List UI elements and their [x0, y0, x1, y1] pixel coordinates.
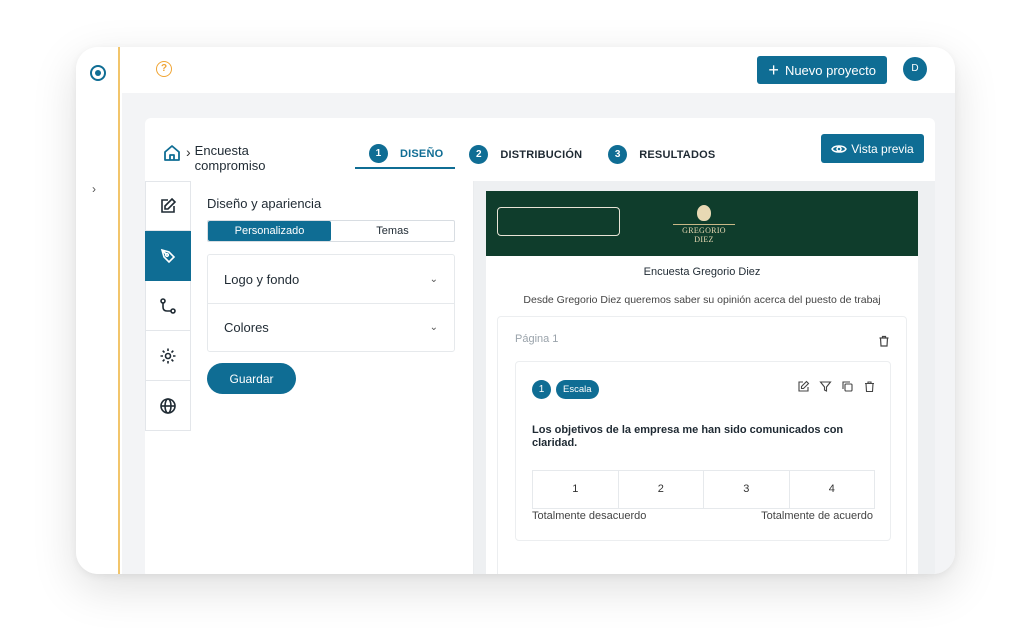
question-type-badge: Escala — [556, 380, 599, 399]
tool-settings[interactable] — [145, 331, 191, 381]
editor-card: › Encuesta compromiso 1 DISEÑO 2 DISTRIB… — [145, 118, 935, 574]
tool-design[interactable] — [145, 231, 191, 281]
scale-option[interactable]: 1 — [533, 471, 618, 508]
tab-temas[interactable]: Temas — [331, 221, 454, 241]
route-icon — [160, 297, 176, 314]
tab-personalizado[interactable]: Personalizado — [208, 221, 331, 241]
globe-icon — [160, 397, 176, 414]
expand-chevron-icon[interactable]: › — [92, 182, 96, 196]
question-toolbar — [797, 380, 876, 393]
scale-option[interactable]: 2 — [617, 471, 704, 508]
survey-title: Encuesta Gregorio Diez — [643, 266, 761, 278]
panel-title: Diseño y apariencia — [207, 196, 322, 211]
gear-icon — [160, 348, 176, 363]
plus-icon: + — [768, 60, 779, 80]
step-label: DISEÑO — [400, 147, 444, 160]
preview-pane: GREGORIO DIEZ Encuesta Gregorio Diez Des… — [474, 181, 935, 574]
step-number: 3 — [608, 145, 628, 164]
copy-icon[interactable] — [841, 380, 854, 393]
home-icon[interactable] — [162, 143, 182, 163]
tab-distribucion[interactable]: 2 DISTRIBUCIÓN — [455, 140, 594, 169]
step-number: 2 — [469, 145, 489, 164]
chevron-down-icon: ⌄ — [429, 273, 438, 285]
tool-logic[interactable] — [145, 281, 191, 331]
question-card[interactable]: 1 Escala Los objetivos de la empresa me … — [515, 361, 891, 541]
left-rail: › — [76, 47, 120, 574]
scale-option[interactable]: 4 — [788, 471, 875, 508]
scale-min-label: Totalmente desacuerdo — [532, 510, 647, 522]
tool-language[interactable] — [145, 381, 191, 431]
app-logo-icon[interactable] — [90, 65, 106, 81]
tab-diseno[interactable]: 1 DISEÑO — [355, 140, 456, 169]
preview-button[interactable]: Vista previa — [821, 134, 924, 163]
scale-option[interactable]: 3 — [703, 471, 789, 508]
step-label: DISTRIBUCIÓN — [500, 148, 583, 161]
avatar[interactable]: D — [903, 57, 927, 81]
tool-edit[interactable] — [145, 181, 191, 231]
accordion-logo-fondo[interactable]: Logo y fondo ⌄ — [208, 255, 454, 303]
new-project-label: Nuevo proyecto — [784, 62, 876, 78]
breadcrumb: › Encuesta compromiso — [162, 143, 285, 173]
brush-pen-icon — [160, 248, 176, 263]
page-card: Página 1 1 Escala Los objetivos de la em… — [497, 316, 907, 574]
top-bar: ? + Nuevo proyecto D — [122, 47, 955, 93]
question-text: Los objetivos de la empresa me han sido … — [532, 424, 844, 449]
app-window: › ? + Nuevo proyecto D › Encuesta compro… — [76, 47, 955, 574]
survey-preview: GREGORIO DIEZ Encuesta Gregorio Diez Des… — [486, 191, 918, 574]
brand-name: GREGORIO DIEZ — [673, 224, 735, 244]
eye-icon — [831, 144, 848, 153]
brand-logo: GREGORIO DIEZ — [673, 205, 735, 244]
accordion-label: Colores — [224, 320, 269, 335]
trash-icon[interactable] — [863, 380, 876, 393]
chevron-down-icon: ⌄ — [429, 322, 438, 333]
settings-accordion: Logo y fondo ⌄ Colores ⌄ — [207, 254, 455, 352]
edit-icon — [161, 197, 177, 213]
delete-page-icon[interactable] — [878, 335, 890, 347]
rating-scale: 1 2 3 4 — [532, 470, 875, 509]
tab-resultados[interactable]: 3 RESULTADOS — [594, 140, 727, 169]
survey-description: Desde Gregorio Diez queremos saber su op… — [523, 294, 881, 306]
help-icon[interactable]: ? — [156, 61, 172, 77]
new-project-button[interactable]: + Nuevo proyecto — [757, 56, 887, 84]
design-settings-panel: Diseño y apariencia Personalizado Temas … — [207, 196, 455, 394]
scale-max-label: Totalmente de acuerdo — [761, 510, 873, 522]
preview-label: Vista previa — [851, 141, 914, 156]
step-tabs: 1 DISEÑO 2 DISTRIBUCIÓN 3 RESULTADOS — [355, 140, 727, 169]
question-number: 1 — [532, 380, 551, 399]
crest-icon — [697, 205, 711, 221]
save-button[interactable]: Guardar — [207, 363, 296, 394]
tool-rail — [145, 181, 191, 431]
logo-placeholder[interactable] — [497, 207, 620, 236]
design-mode-toggle: Personalizado Temas — [207, 220, 455, 242]
survey-banner: GREGORIO DIEZ — [486, 191, 918, 256]
work-area: › Encuesta compromiso 1 DISEÑO 2 DISTRIB… — [122, 93, 955, 574]
breadcrumb-separator: › — [186, 144, 191, 160]
edit-icon[interactable] — [797, 380, 810, 393]
breadcrumb-title[interactable]: Encuesta compromiso — [195, 143, 285, 173]
step-label: RESULTADOS — [639, 148, 716, 161]
accordion-colores[interactable]: Colores ⌄ — [208, 303, 454, 351]
accordion-label: Logo y fondo — [224, 271, 300, 287]
step-number: 1 — [369, 144, 388, 163]
page-label: Página 1 — [515, 333, 559, 345]
filter-icon[interactable] — [819, 380, 832, 393]
